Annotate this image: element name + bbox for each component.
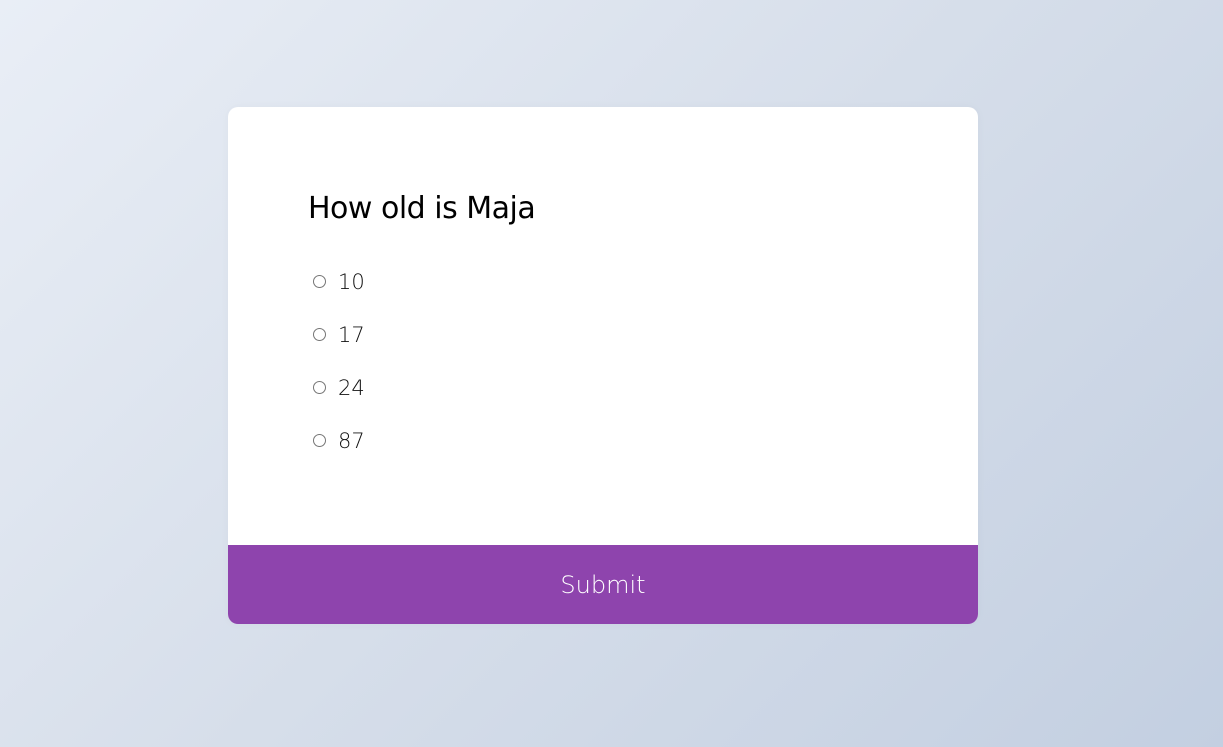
answer-radio-2[interactable] — [313, 328, 326, 341]
answer-option-3[interactable]: 24 — [313, 361, 365, 414]
answer-option-2[interactable]: 17 — [313, 308, 365, 361]
answer-label-2[interactable]: 17 — [338, 323, 365, 347]
quiz-card: How old is Maja 10 17 24 87 Submit — [228, 107, 978, 624]
answer-label-1[interactable]: 10 — [338, 270, 365, 294]
answer-radio-4[interactable] — [313, 434, 326, 447]
answer-option-4[interactable]: 87 — [313, 414, 365, 467]
answer-list: 10 17 24 87 — [313, 255, 365, 467]
answer-label-3[interactable]: 24 — [338, 376, 365, 400]
answer-option-1[interactable]: 10 — [313, 255, 365, 308]
answer-radio-1[interactable] — [313, 275, 326, 288]
question-title: How old is Maja — [308, 191, 536, 226]
quiz-body: How old is Maja 10 17 24 87 — [228, 107, 978, 545]
answer-radio-3[interactable] — [313, 381, 326, 394]
submit-button[interactable]: Submit — [228, 545, 978, 624]
answer-label-4[interactable]: 87 — [338, 429, 365, 453]
